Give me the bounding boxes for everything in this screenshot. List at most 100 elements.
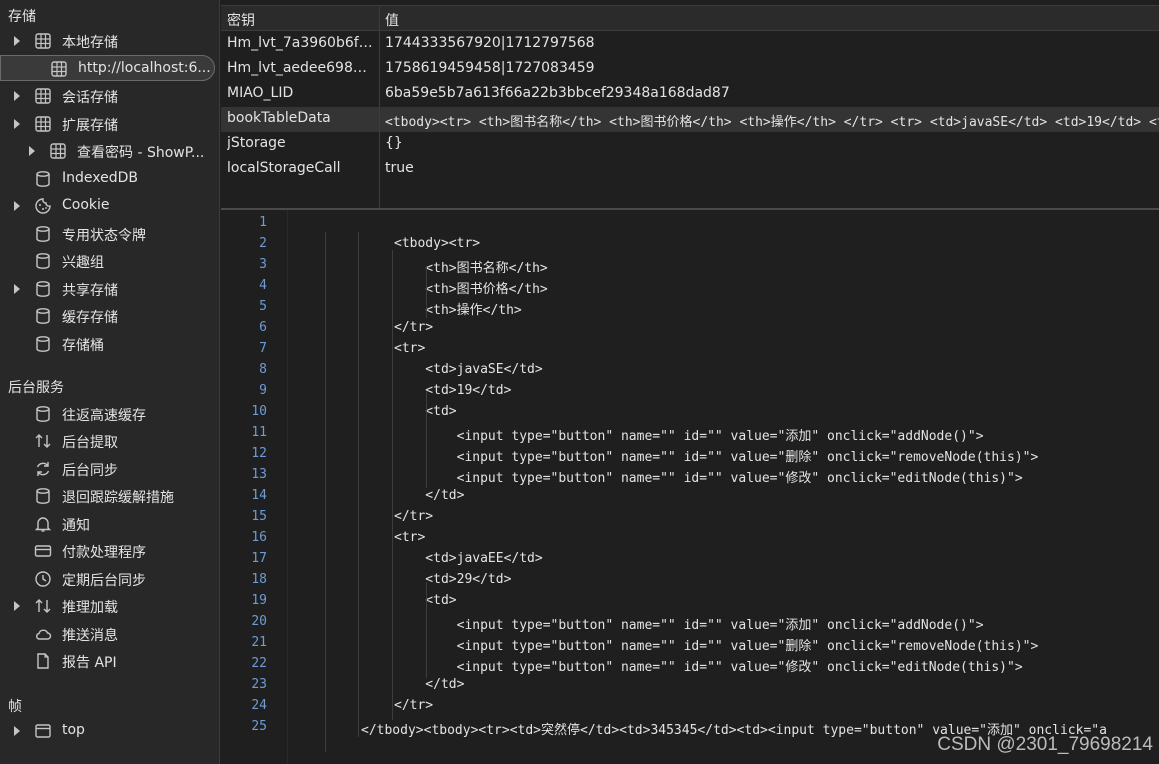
code-line: <input type="button" name="" id="" value…	[394, 429, 984, 444]
sidebar-item-storage-11[interactable]: 存储桶	[0, 331, 220, 357]
arrows-updown-icon	[34, 597, 52, 615]
database-icon	[34, 307, 52, 325]
code-line: <tr>	[394, 341, 426, 356]
table-row[interactable]: MIAO_LID 6ba59e5b7a613f66a22b3bbcef29348a…	[221, 82, 1159, 107]
grid-icon	[49, 142, 67, 160]
card-icon	[34, 542, 52, 560]
sidebar-item-storage-0[interactable]: 本地存储	[0, 28, 220, 54]
sidebar-item-label: 付款处理程序	[62, 545, 146, 561]
table-row[interactable]: Hm_lvt_7a3960b6f0... 1744333567920|171279…	[221, 32, 1159, 57]
watermark: CSDN @2301_79698214	[937, 734, 1153, 755]
indent-guide	[426, 582, 427, 678]
cell-key[interactable]: localStorageCall	[227, 160, 375, 176]
column-divider[interactable]	[379, 5, 380, 209]
cell-value[interactable]: <tbody><tr> <th>图书名称</th> <th>图书价格</th> …	[385, 111, 1159, 130]
code-line: <input type="button" name="" id="" value…	[394, 450, 1039, 465]
database-icon	[34, 405, 52, 423]
gutter-divider	[287, 210, 288, 764]
indent-guide	[358, 232, 359, 737]
grid-icon	[50, 60, 68, 78]
expand-arrow-icon[interactable]	[12, 201, 22, 211]
line-number: 23	[251, 677, 267, 692]
column-header-value[interactable]: 值	[385, 10, 399, 30]
table-row[interactable]: jStorage {}	[221, 132, 1159, 157]
expand-arrow-icon[interactable]	[27, 146, 37, 156]
code-line: <td>29</td>	[394, 572, 512, 587]
sidebar-item-frame-top[interactable]: top	[0, 718, 220, 744]
storage-sidebar: 存储 本地存储 http://localhost:6... 会话存储扩展存储 查看密码…	[0, 0, 220, 764]
storage-section-title: 存储	[8, 9, 36, 25]
line-number: 8	[259, 362, 267, 377]
database-icon	[34, 225, 52, 243]
database-icon	[34, 487, 52, 505]
expand-arrow-icon[interactable]	[12, 36, 22, 46]
sidebar-item-storage-7[interactable]: 专用状态令牌	[0, 221, 220, 247]
sidebar-item-label: top	[62, 722, 85, 738]
cell-value[interactable]: 1744333567920|1712797568	[385, 35, 1159, 51]
cell-key[interactable]: Hm_lvt_aedee6983d...	[227, 60, 375, 76]
indent-guide	[426, 266, 427, 318]
cell-key[interactable]: jStorage	[227, 135, 375, 151]
sidebar-item-label: 本地存储	[62, 35, 118, 51]
cloud-icon	[34, 625, 52, 643]
cell-key[interactable]: Hm_lvt_7a3960b6f0...	[227, 35, 375, 51]
sidebar-item-background-6[interactable]: 定期后台同步	[0, 566, 220, 592]
sidebar-item-label: 缓存存储	[62, 310, 118, 326]
line-number: 15	[251, 509, 267, 524]
cell-value[interactable]: true	[385, 160, 1159, 176]
expand-arrow-icon[interactable]	[12, 284, 22, 294]
table-row[interactable]: bookTableData <tbody><tr> <th>图书名称</th> <…	[221, 107, 1159, 132]
sidebar-item-storage-3[interactable]: 扩展存储	[0, 111, 220, 137]
sidebar-item-storage-1[interactable]: http://localhost:6...	[0, 55, 215, 81]
table-row[interactable]: Hm_lvt_aedee6983d... 1758619459458|172708…	[221, 57, 1159, 82]
line-number: 3	[259, 257, 267, 272]
table-row[interactable]: localStorageCall true	[221, 157, 1159, 182]
sidebar-item-storage-4[interactable]: 查看密码 - ShowP...	[0, 138, 220, 164]
cell-value[interactable]: 1758619459458|1727083459	[385, 60, 1159, 76]
sidebar-item-storage-8[interactable]: 兴趣组	[0, 248, 220, 274]
sidebar-item-background-3[interactable]: 退回跟踪缓解措施	[0, 483, 220, 509]
document-icon	[34, 652, 52, 670]
sidebar-item-storage-9[interactable]: 共享存储	[0, 276, 220, 302]
sidebar-item-storage-6[interactable]: Cookie	[0, 193, 220, 219]
sidebar-item-background-4[interactable]: 通知	[0, 511, 220, 537]
column-header-key[interactable]: 密钥	[227, 10, 255, 30]
sidebar-item-background-1[interactable]: 后台提取	[0, 428, 220, 454]
cell-key[interactable]: MIAO_LID	[227, 85, 375, 101]
database-icon	[34, 170, 52, 188]
code-line: <input type="button" name="" id="" value…	[394, 471, 1023, 486]
indent-guide	[325, 232, 326, 752]
sidebar-item-background-0[interactable]: 往返高速缓存	[0, 401, 220, 427]
line-number: 7	[259, 341, 267, 356]
sidebar-item-background-5[interactable]: 付款处理程序	[0, 538, 220, 564]
cell-value[interactable]: {}	[385, 135, 1159, 151]
line-number: 2	[259, 236, 267, 251]
sidebar-item-label: 报告 API	[62, 655, 117, 671]
expand-arrow-icon[interactable]	[12, 601, 22, 611]
expand-arrow-icon[interactable]	[12, 726, 22, 736]
cell-value[interactable]: 6ba59e5b7a613f66a22b3bbcef29348a168dad87	[385, 85, 1159, 101]
line-number: 11	[251, 425, 267, 440]
expand-arrow-icon[interactable]	[12, 91, 22, 101]
sidebar-item-background-8[interactable]: 推送消息	[0, 621, 220, 647]
code-line: </td>	[394, 488, 465, 503]
sidebar-item-storage-10[interactable]: 缓存存储	[0, 303, 220, 329]
code-line: <input type="button" name="" id="" value…	[394, 618, 984, 633]
code-line: <th>操作</th>	[394, 303, 522, 318]
code-line: <td>javaEE</td>	[394, 551, 543, 566]
sidebar-item-label: 后台同步	[62, 463, 118, 479]
line-number: 25	[251, 719, 267, 734]
expand-arrow-icon[interactable]	[12, 119, 22, 129]
sidebar-item-label: 会话存储	[62, 90, 118, 106]
sidebar-item-background-9[interactable]: 报告 API	[0, 648, 220, 674]
line-number: 22	[251, 656, 267, 671]
sidebar-item-background-2[interactable]: 后台同步	[0, 456, 220, 482]
line-number: 20	[251, 614, 267, 629]
sidebar-item-storage-5[interactable]: IndexedDB	[0, 166, 220, 192]
line-number: 5	[259, 299, 267, 314]
cookie-icon	[34, 197, 52, 215]
value-preview-editor[interactable]: 1 2 <tbody><tr> 3 <th>图书名称</th> 4 <th>图书价格</…	[221, 210, 1159, 764]
cell-key[interactable]: bookTableData	[227, 110, 375, 126]
sidebar-item-background-7[interactable]: 推理加载	[0, 593, 220, 619]
sidebar-item-storage-2[interactable]: 会话存储	[0, 83, 220, 109]
